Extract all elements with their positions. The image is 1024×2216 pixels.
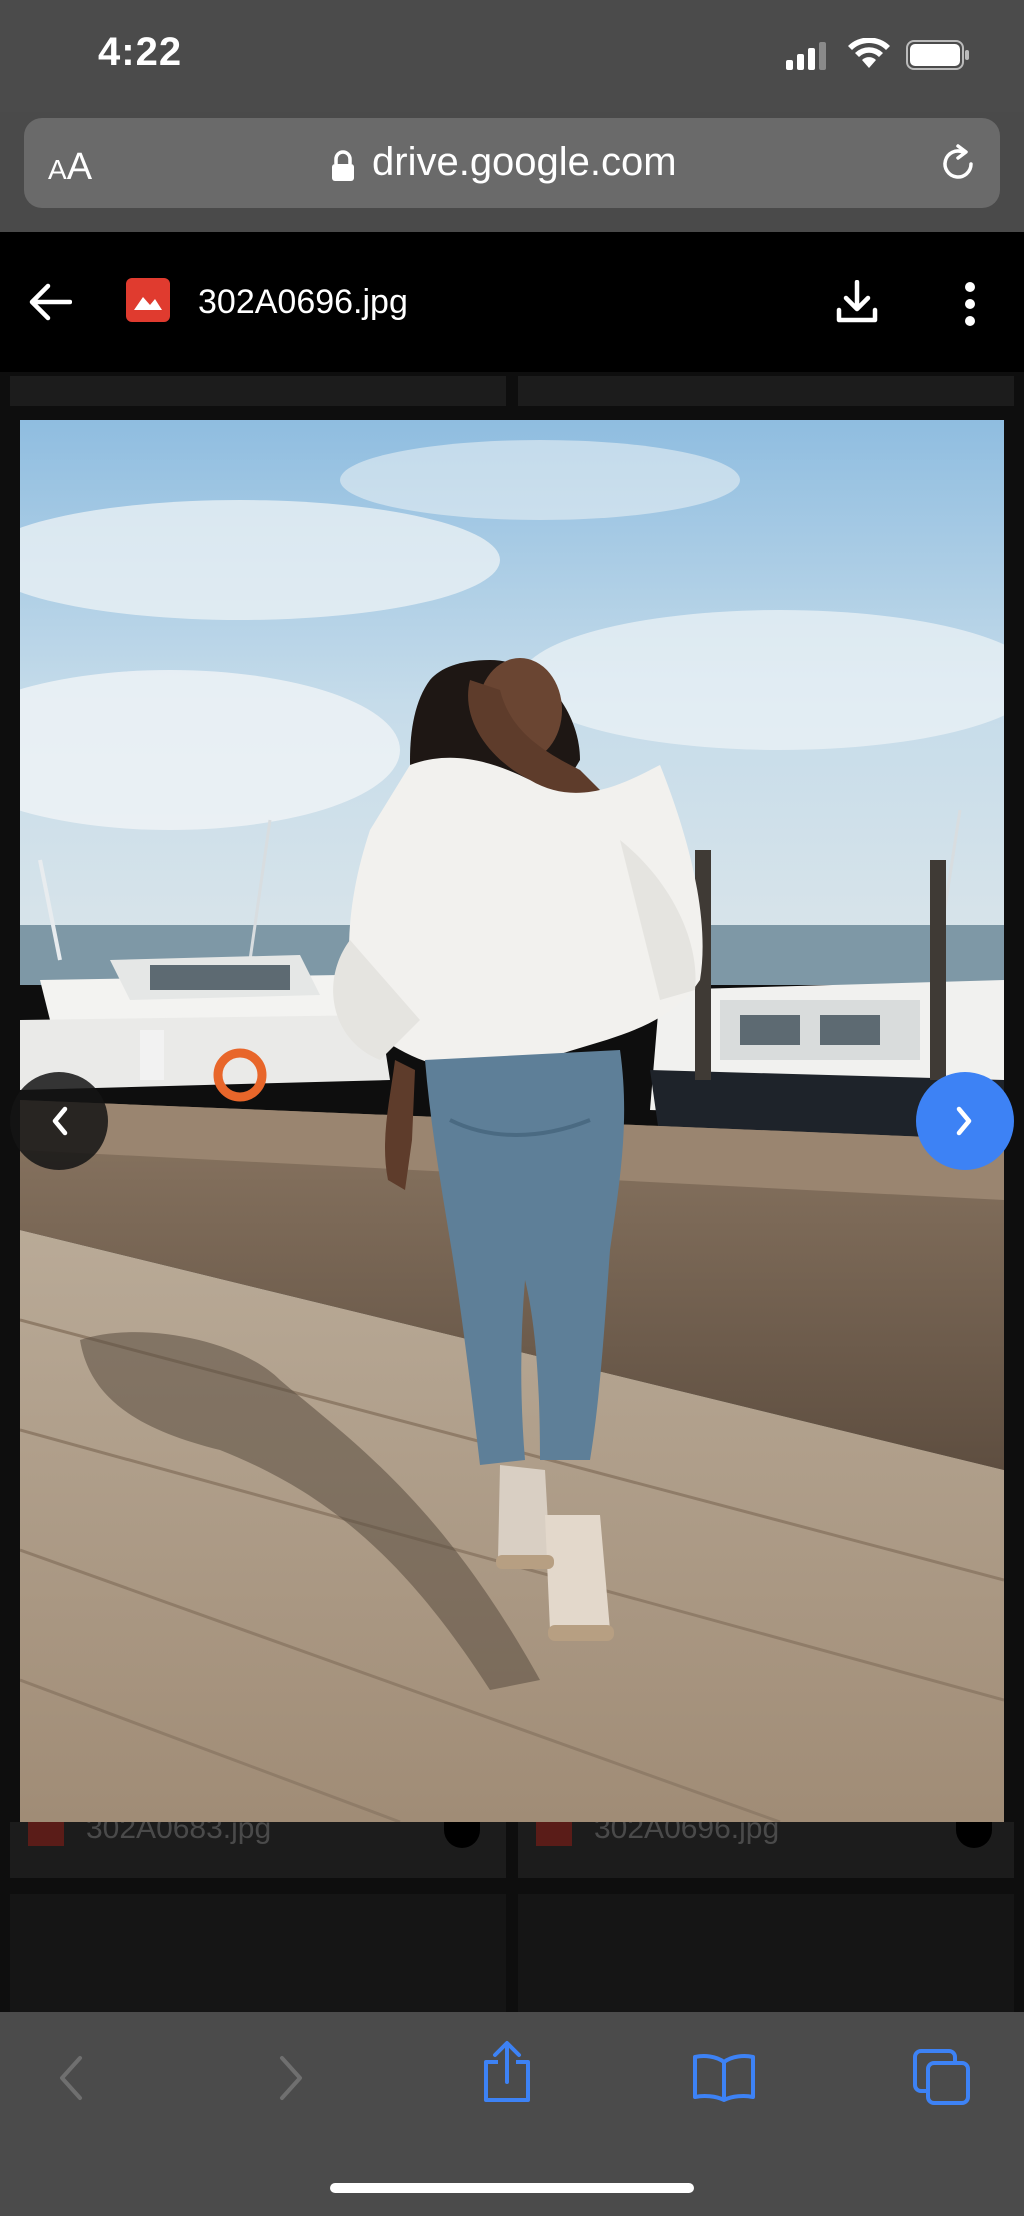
status-time: 4:22 [98,30,183,74]
bookmarks-icon[interactable] [692,2052,756,2102]
grid-thumbnail[interactable] [518,1894,1014,2012]
share-icon[interactable] [480,2040,534,2104]
battery-icon [906,40,969,70]
chevron-left-icon [52,1106,68,1136]
text-size-small-label: A [48,154,67,185]
grid-file-icon [28,1822,64,1846]
photo-preview [20,420,1004,1822]
grid-thumbnail[interactable] [10,1894,506,2012]
safari-back-icon[interactable] [56,2054,86,2102]
tabs-icon[interactable] [912,2048,972,2106]
lock-icon [332,150,354,181]
text-size-large-label: A [66,146,93,188]
text-size-button[interactable]: AA [48,146,92,189]
url-text[interactable]: drive.google.com [372,140,677,185]
previous-file-button[interactable] [10,1072,108,1170]
image-file-icon [126,278,170,322]
home-indicator [330,2183,694,2193]
grid-tile [518,376,1014,406]
wifi-icon [848,38,890,68]
chevron-right-icon [956,1106,972,1136]
grid-tile [10,376,506,406]
grid-file-icon [536,1822,572,1846]
more-vert-icon[interactable] [962,282,978,326]
cellular-signal-icon [786,42,826,70]
back-arrow-icon[interactable] [28,282,72,322]
next-file-button[interactable] [916,1072,1014,1170]
reload-icon[interactable] [936,142,980,186]
safari-forward-icon[interactable] [276,2054,306,2102]
file-name-title: 302A0696.jpg [198,283,408,321]
download-icon[interactable] [836,280,878,324]
